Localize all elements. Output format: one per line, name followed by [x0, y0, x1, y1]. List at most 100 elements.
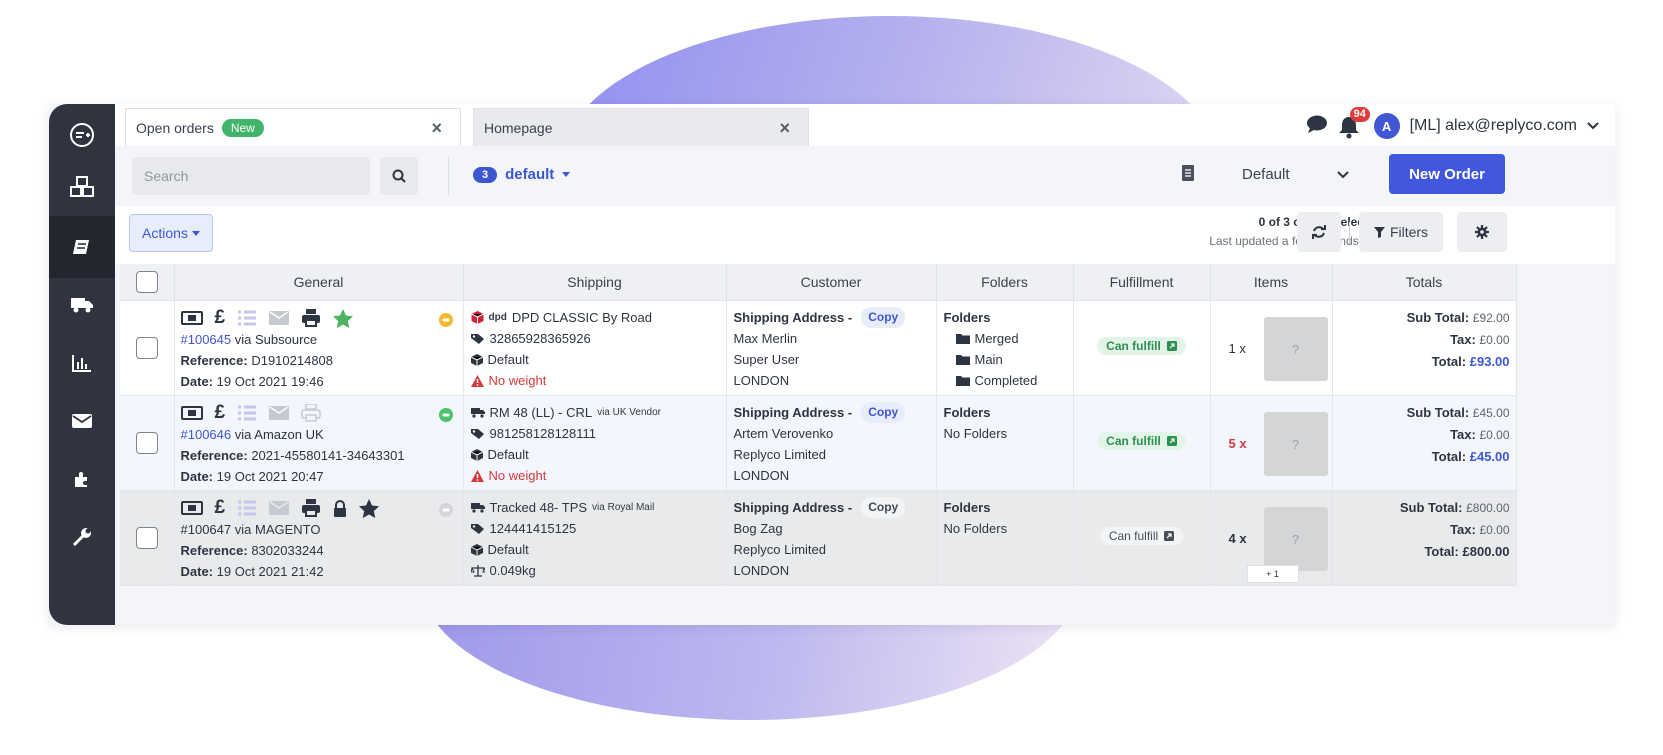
print-icon[interactable] [301, 499, 321, 517]
tax-value: £0.00 [1479, 428, 1510, 442]
fulfillment-cell: Can fulfill [1073, 490, 1211, 586]
column-header[interactable]: Customer [726, 264, 937, 301]
select-all-checkbox[interactable] [135, 271, 158, 293]
folder-item[interactable]: Main [944, 349, 1067, 370]
orders-table: General Shipping Customer Folders Fulfil… [120, 264, 1517, 586]
copy-button[interactable]: Copy [861, 307, 906, 328]
avatar[interactable]: A [1373, 113, 1400, 139]
settings-button[interactable] [1457, 212, 1507, 252]
print-icon[interactable] [301, 404, 321, 422]
folders-label: Folders [943, 500, 991, 515]
integrations-icon[interactable] [49, 448, 115, 510]
list-icon[interactable] [237, 310, 257, 326]
column-header[interactable]: General [174, 264, 464, 301]
tracking-number[interactable]: 981258128128111 [490, 423, 597, 444]
message-status-icon[interactable] [438, 313, 453, 327]
filters-button[interactable]: Filters [1359, 212, 1443, 252]
column-header[interactable]: Fulfillment [1073, 264, 1211, 301]
column-header[interactable]: Shipping [463, 264, 727, 301]
payment-icon[interactable] [180, 406, 203, 420]
row-checkbox[interactable] [135, 527, 158, 549]
column-header[interactable]: Items [1210, 264, 1333, 301]
pound-icon[interactable]: £ [215, 403, 226, 422]
tools-icon[interactable] [49, 506, 115, 568]
tab-homepage[interactable]: Homepage × [473, 108, 809, 146]
payment-icon[interactable] [180, 501, 203, 515]
email-icon[interactable] [269, 501, 290, 515]
lock-icon[interactable] [333, 499, 347, 517]
order-number-link[interactable]: #100645 [181, 332, 232, 347]
fulfillment-badge[interactable]: Can fulfill [1099, 527, 1184, 545]
document-icon[interactable] [1181, 164, 1195, 187]
package-icon [470, 543, 483, 556]
print-icon[interactable] [301, 309, 321, 327]
actions-dropdown[interactable]: Actions [129, 214, 213, 252]
close-icon[interactable]: × [431, 118, 442, 139]
default-select[interactable]: Default [1242, 166, 1290, 183]
message-status-icon[interactable] [438, 503, 453, 517]
search-button[interactable] [380, 157, 418, 195]
carrier-name[interactable]: DPD CLASSIC By Road [512, 307, 652, 328]
notifications[interactable]: 94 [1338, 107, 1370, 139]
search-input[interactable] [132, 157, 370, 195]
table-row[interactable]: £ #100647 via MAGENTO Reference: 8302033… [120, 490, 1517, 586]
carrier-name[interactable]: Tracked 48- TPS [490, 497, 588, 518]
tab-open-orders[interactable]: Open orders New × [125, 108, 461, 146]
row-checkbox[interactable] [135, 432, 158, 454]
sub-total-value: £92.00 [1472, 311, 1510, 325]
order-number-link[interactable]: #100647 [181, 522, 232, 537]
tracking-number[interactable]: 124441415125 [490, 518, 577, 539]
chat-icon[interactable] [1306, 114, 1328, 139]
via-label: via [234, 332, 252, 347]
totals-cell: Sub Total: £45.00 Tax: £0.00 Total: £45.… [1332, 395, 1517, 491]
close-icon[interactable]: × [779, 118, 790, 139]
user-email[interactable]: [ML] alex@replyco.com [1410, 117, 1577, 135]
star-icon[interactable] [333, 308, 354, 328]
chevron-down-icon[interactable] [1587, 117, 1599, 135]
reports-icon[interactable] [49, 332, 115, 394]
items-cell: 1 x ? [1210, 300, 1333, 396]
order-number-link[interactable]: #100646 [181, 427, 232, 442]
main-area: Open orders New × Homepage × 94 A [ML] a… [115, 104, 1615, 625]
email-icon[interactable] [269, 311, 290, 325]
customer-name: Artem Verovenko [733, 426, 834, 441]
payment-icon[interactable] [180, 311, 203, 325]
message-status-icon[interactable] [438, 408, 453, 422]
pound-icon[interactable]: £ [215, 498, 226, 517]
list-icon[interactable] [237, 405, 257, 421]
copy-button[interactable]: Copy [861, 497, 906, 518]
pound-icon[interactable]: £ [215, 308, 226, 327]
email-icon[interactable] [269, 406, 290, 420]
customer-company: Super User [733, 352, 800, 367]
folder-item[interactable]: Merged [944, 328, 1067, 349]
new-order-button[interactable]: New Order [1389, 154, 1505, 194]
refresh-button[interactable] [1297, 212, 1341, 252]
fulfillment-cell: Can fulfill [1073, 300, 1211, 396]
item-thumbnail[interactable]: ? [1263, 507, 1328, 571]
fulfillment-badge[interactable]: Can fulfill [1097, 432, 1186, 450]
filter-icon [1373, 226, 1385, 238]
folders-cell: Folders Merged Main Completed [936, 300, 1074, 396]
fulfillment-badge[interactable]: Can fulfill [1097, 337, 1186, 355]
copy-button[interactable]: Copy [861, 402, 906, 423]
tracking-number[interactable]: 32865928365926 [490, 328, 591, 349]
messages-icon[interactable] [49, 390, 115, 452]
carrier-name[interactable]: RM 48 (LL) - CRL [490, 402, 593, 423]
orders-icon[interactable] [49, 216, 115, 278]
table-row[interactable]: £ #100645 via Subsource Reference: D1910… [120, 300, 1517, 396]
chevron-down-icon[interactable] [1337, 166, 1349, 184]
row-checkbox[interactable] [135, 337, 158, 359]
column-header[interactable]: Folders [936, 264, 1074, 301]
more-items-button[interactable]: + 1 [1246, 565, 1299, 583]
table-row[interactable]: £ #100646 via Amazon UK Reference: 2021-… [120, 395, 1517, 491]
column-header[interactable]: Totals [1332, 264, 1517, 301]
view-selector[interactable]: 3 default [473, 166, 571, 183]
list-icon[interactable] [237, 500, 257, 516]
folder-item[interactable]: Completed [944, 370, 1067, 391]
products-icon[interactable] [49, 156, 115, 218]
item-thumbnail[interactable]: ? [1263, 412, 1328, 476]
star-icon[interactable] [359, 498, 380, 518]
via-label: via [234, 427, 252, 442]
item-thumbnail[interactable]: ? [1263, 317, 1328, 381]
shipping-icon[interactable] [49, 274, 115, 336]
